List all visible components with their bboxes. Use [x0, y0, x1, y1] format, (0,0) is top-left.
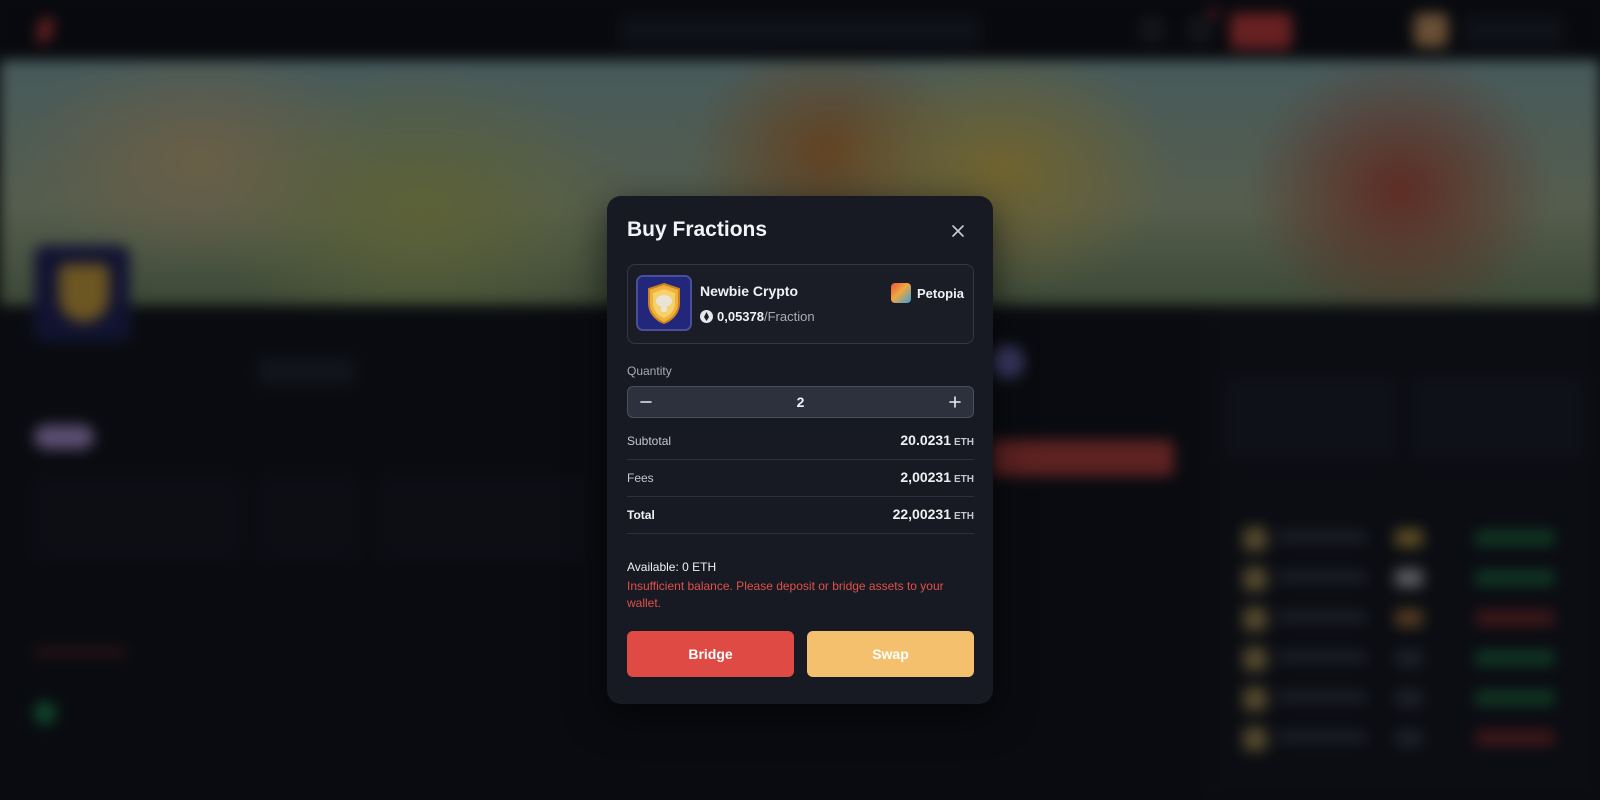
item-price: 0,05378 /Fraction — [700, 309, 815, 324]
shield-badge-icon — [636, 275, 692, 331]
modal-title: Buy Fractions — [627, 218, 768, 241]
subtotal-value: 20.0231 ETH — [900, 432, 974, 448]
close-icon[interactable] — [950, 223, 966, 239]
bridge-button[interactable]: Bridge — [627, 631, 794, 677]
available-balance: Available: 0 ETH — [627, 560, 717, 574]
total-unit: ETH — [954, 511, 974, 522]
plus-icon — [949, 396, 961, 408]
fees-amount: 2,00231 — [900, 469, 951, 485]
fees-unit: ETH — [954, 474, 974, 485]
total-amount: 22,00231 — [892, 506, 951, 522]
item-name: Newbie Crypto — [700, 283, 799, 299]
total-value: 22,00231 ETH — [893, 506, 974, 522]
total-row: Total 22,00231 ETH — [627, 498, 974, 534]
subtotal-amount: 20.0231 — [900, 432, 951, 448]
fees-label: Fees — [627, 471, 654, 485]
increase-quantity-button[interactable] — [937, 387, 973, 417]
price-value: 0,05378 — [717, 309, 764, 324]
game-name: Petopia — [917, 285, 964, 301]
swap-button[interactable]: Swap — [807, 631, 974, 677]
fees-value: 2,00231 ETH — [900, 469, 974, 485]
quantity-label: Quantity — [627, 364, 672, 378]
subtotal-label: Subtotal — [627, 434, 672, 448]
fees-row: Fees 2,00231 ETH — [627, 461, 974, 497]
eth-coin-icon — [700, 310, 713, 323]
total-label: Total — [627, 508, 655, 522]
subtotal-row: Subtotal 20.0231 ETH — [627, 424, 974, 460]
quantity-stepper: 2 — [627, 386, 974, 418]
subtotal-unit: ETH — [954, 437, 974, 448]
price-unit: /Fraction — [764, 309, 815, 324]
game-tag: Petopia — [891, 283, 964, 303]
buy-fractions-modal: Buy Fractions Newbie Crypto 0,05378 /Fra… — [607, 196, 993, 704]
insufficient-balance-error: Insufficient balance. Please deposit or … — [627, 579, 944, 610]
quantity-input[interactable]: 2 — [664, 387, 937, 417]
minus-icon — [640, 401, 652, 403]
decrease-quantity-button[interactable] — [628, 387, 664, 417]
petopia-game-icon — [891, 283, 911, 303]
item-card: Newbie Crypto 0,05378 /Fraction Petopia — [627, 264, 974, 344]
